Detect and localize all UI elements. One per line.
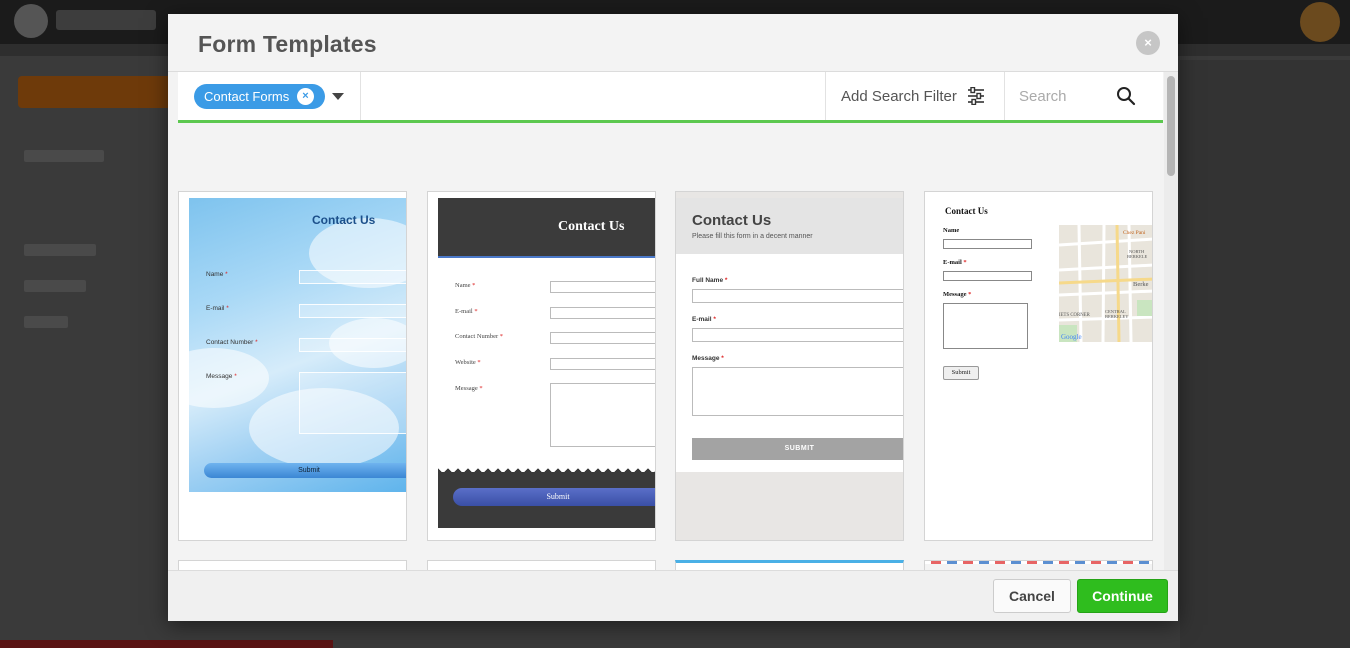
background-red-bar	[0, 640, 333, 648]
background-create-button	[18, 76, 178, 108]
field-label: Message	[455, 385, 478, 392]
chevron-down-icon[interactable]	[332, 93, 344, 100]
scrollbar-thumb[interactable]	[1167, 76, 1175, 176]
search-box	[1004, 72, 1163, 120]
svg-text:Chez Pani: Chez Pani	[1123, 230, 1146, 236]
background-line	[24, 244, 96, 256]
background-logo-text	[56, 10, 156, 30]
template-preview: Contact Us Name * E-mail * Contact Numbe…	[438, 198, 655, 528]
field-label: Name	[206, 271, 224, 278]
template-title: Contact Us	[312, 213, 376, 227]
template-preview: Contact Us Name * E-mail * Contact Numbe…	[189, 198, 406, 492]
template-card[interactable]	[178, 560, 407, 570]
add-search-filter-button[interactable]: Add Search Filter	[825, 72, 1004, 120]
field-label: Website	[455, 359, 476, 366]
field-label: E-mail	[455, 308, 473, 315]
remove-chip-icon[interactable]: ×	[297, 88, 314, 105]
template-grid: Contact Us Name * E-mail * Contact Numbe…	[168, 126, 1163, 570]
field-label: Message	[943, 291, 967, 298]
background-right-panel	[1180, 60, 1350, 648]
template-preview: Contact Us Name E-mail * Message * Chez …	[925, 192, 1152, 540]
template-card-grey-contact[interactable]: Contact Us Please fill this form in a de…	[675, 191, 904, 541]
continue-button[interactable]: Continue	[1077, 579, 1168, 613]
svg-text:IETS CORNER: IETS CORNER	[1059, 313, 1091, 318]
field-label: E-mail	[943, 259, 962, 266]
template-card-sky-contact[interactable]: Contact Us Name * E-mail * Contact Numbe…	[178, 191, 407, 541]
template-card[interactable]	[924, 560, 1153, 570]
filter-chip-contact-forms[interactable]: Contact Forms ×	[194, 84, 325, 109]
template-card[interactable]	[675, 560, 904, 570]
field-label: Name	[455, 282, 471, 289]
add-search-filter-label: Add Search Filter	[841, 88, 957, 105]
field-label: Contact Number	[206, 339, 254, 346]
scrollbar[interactable]	[1164, 72, 1178, 570]
modal-header: Form Templates ×	[168, 14, 1178, 72]
sliders-icon	[968, 87, 984, 105]
field-label: Message	[206, 373, 233, 380]
field-label: Name	[943, 227, 960, 234]
svg-text:Google: Google	[1061, 333, 1082, 341]
field-label: E-mail	[206, 305, 225, 312]
background-line	[24, 280, 86, 292]
submit-button-preview: Submit	[204, 463, 406, 478]
filter-chip-label: Contact Forms	[204, 89, 290, 104]
template-title: Contact Us	[558, 219, 625, 234]
background-avatar	[1300, 2, 1340, 42]
close-icon[interactable]: ×	[1136, 31, 1160, 55]
field-label: E-mail	[692, 316, 712, 323]
search-icon[interactable]	[1116, 86, 1136, 106]
category-filter: Contact Forms ×	[178, 72, 361, 120]
template-card-dark-contact[interactable]: Contact Us Name * E-mail * Contact Numbe…	[427, 191, 656, 541]
submit-button-preview: Submit	[453, 488, 655, 506]
background-line	[24, 316, 68, 328]
modal-title: Form Templates	[198, 31, 377, 57]
submit-button-preview: Submit	[943, 366, 979, 380]
field-label: Message	[692, 355, 720, 362]
modal-footer: Cancel Continue	[168, 570, 1178, 621]
template-subtitle: Please fill this form in a decent manner	[692, 233, 813, 240]
background-logo	[14, 4, 48, 38]
template-preview: Contact Us Please fill this form in a de…	[676, 192, 903, 540]
template-title: Contact Us	[945, 206, 988, 216]
background-line	[24, 150, 104, 162]
map-image: Chez Pani NORTH BERKELE Berke IETS CORNE…	[1059, 225, 1152, 342]
field-label: Full Name	[692, 277, 724, 284]
field-label: Contact Number	[455, 333, 499, 340]
svg-text:Berke: Berke	[1133, 281, 1149, 288]
template-card-map-contact[interactable]: Contact Us Name E-mail * Message * Chez …	[924, 191, 1153, 541]
filter-bar: Contact Forms × Add Search Filter	[178, 72, 1163, 123]
search-input[interactable]	[1019, 85, 1115, 107]
form-templates-modal: Form Templates × Contact Forms × Add Sea…	[168, 14, 1178, 621]
cancel-button[interactable]: Cancel	[993, 579, 1071, 613]
submit-button-preview: SUBMIT	[692, 438, 903, 460]
svg-text:BERKELE: BERKELE	[1127, 254, 1147, 259]
template-card[interactable]	[427, 560, 656, 570]
template-title: Contact Us	[692, 212, 772, 229]
svg-text:BERKELEY: BERKELEY	[1105, 314, 1129, 319]
